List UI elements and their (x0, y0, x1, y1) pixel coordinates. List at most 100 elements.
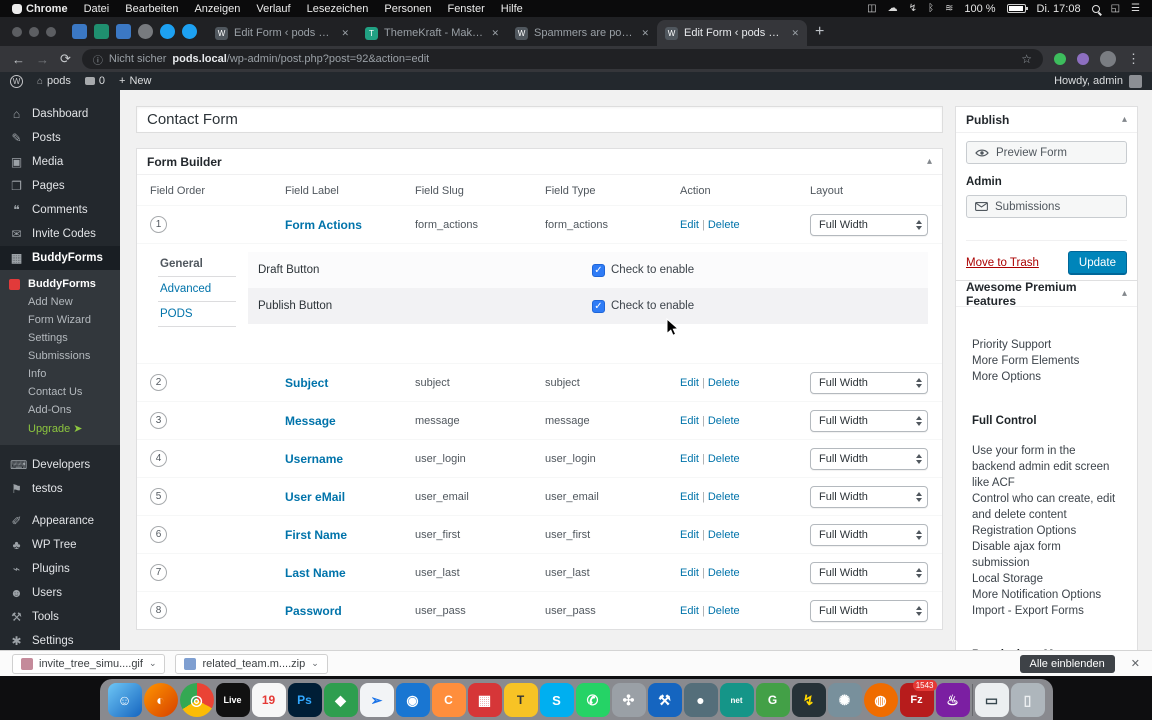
apple-menu-icon[interactable] (12, 3, 22, 14)
dock-app-icon[interactable]: ♨ (935, 683, 970, 717)
browser-tab[interactable]: W Edit Form ‹ pods — WordPress ✕ (207, 20, 357, 46)
field-label-link[interactable]: Username (272, 452, 402, 466)
dock-app-icon[interactable]: ➢ (359, 683, 394, 717)
sidebar-menu-item[interactable]: ▣ Media (0, 150, 120, 174)
delete-link[interactable]: Delete (708, 453, 740, 465)
browser-tab[interactable]: W Edit Form ‹ pods — WordPress ✕ (657, 20, 807, 46)
panel-tab[interactable]: Advanced (158, 277, 236, 302)
field-order-handle[interactable]: 8 (150, 602, 167, 619)
delete-link[interactable]: Delete (708, 377, 740, 389)
status-icon[interactable]: ☁ (888, 3, 898, 14)
field-order-handle[interactable]: 5 (150, 488, 167, 505)
edit-link[interactable]: Edit (680, 377, 699, 389)
update-button[interactable]: Update (1067, 251, 1127, 275)
pinned-tab[interactable] (94, 24, 109, 39)
edit-link[interactable]: Edit (680, 415, 699, 427)
back-button[interactable]: ← (12, 52, 25, 67)
admin-user-avatar[interactable] (1129, 74, 1142, 88)
sidebar-menu-item[interactable]: ⚒ Tools (0, 605, 120, 629)
delete-link[interactable]: Delete (708, 529, 740, 541)
sidebar-subitem[interactable]: Info (0, 365, 120, 383)
sidebar-menu-item[interactable]: ⌂ Dashboard (0, 102, 120, 126)
sidebar-subitem[interactable]: Contact Us (0, 383, 120, 401)
sidebar-menu-item[interactable]: ✱ Settings (0, 629, 120, 650)
sidebar-menu-item[interactable]: ✎ Posts (0, 126, 120, 150)
dock-app-icon[interactable]: ✺ (827, 683, 862, 717)
dock-app-icon[interactable]: net (719, 683, 754, 717)
notification-center-icon[interactable]: ☰ (1131, 3, 1140, 14)
browser-tab[interactable]: W Spammers are posting | Wordl... ✕ (507, 20, 657, 46)
field-label-link[interactable]: User eMail (272, 490, 402, 504)
tab-close-icon[interactable]: ✕ (341, 28, 349, 39)
delete-link[interactable]: Delete (708, 567, 740, 579)
status-icon[interactable]: ◫ (867, 3, 876, 14)
layout-select[interactable]: Full Width (810, 523, 928, 546)
status-icon[interactable]: ᛒ (928, 3, 934, 14)
bookmark-star-icon[interactable]: ☆ (1021, 52, 1032, 66)
download-item[interactable]: invite_tree_simu....gif ⌄ (12, 653, 166, 674)
delete-link[interactable]: Delete (708, 491, 740, 503)
dock-app-icon[interactable]: Live (215, 683, 250, 717)
menu-bar-item[interactable]: Hilfe (501, 3, 523, 15)
field-order-handle[interactable]: 6 (150, 526, 167, 543)
address-bar[interactable]: ⓘ Nicht sicher pods.local/wp-admin/post.… (81, 49, 1043, 69)
sidebar-subitem[interactable]: Settings (0, 329, 120, 347)
dock-app-icon[interactable]: ◎ (179, 683, 214, 717)
layout-select[interactable]: Full Width (810, 213, 928, 236)
menu-bar-item[interactable]: Personen (384, 3, 431, 15)
dock-app-icon[interactable]: ▯ (1010, 683, 1045, 717)
panel-tab[interactable]: General (158, 252, 236, 277)
pinned-tab[interactable] (160, 24, 175, 39)
layout-select[interactable]: Full Width (810, 409, 928, 432)
pinned-tab[interactable] (72, 24, 87, 39)
dock-app-icon[interactable]: ☺ (107, 683, 142, 717)
edit-link[interactable]: Edit (680, 567, 699, 579)
publish-header[interactable]: Publish ▴ (956, 107, 1137, 133)
sidebar-menu-item[interactable]: ❝ Comments (0, 198, 120, 222)
sidebar-subitem-buddyforms[interactable]: BuddyForms (0, 275, 120, 293)
sidebar-subitem[interactable]: Add-Ons (0, 401, 120, 419)
dock-app-icon[interactable]: Ps (287, 683, 322, 717)
dock-app-icon[interactable]: C (431, 683, 466, 717)
dock-app-icon[interactable]: ▭ (974, 683, 1009, 717)
dock-app-icon[interactable]: ↯ (791, 683, 826, 717)
menu-bar-item[interactable]: Datei (84, 3, 110, 15)
field-order-handle[interactable]: 7 (150, 564, 167, 581)
delete-link[interactable]: Delete (708, 605, 740, 617)
new-content-menu[interactable]: + New (119, 75, 151, 87)
dock-app-icon[interactable]: ● (683, 683, 718, 717)
field-label-link[interactable]: Form Actions (272, 218, 402, 232)
window-minimize-button[interactable] (29, 27, 39, 37)
dock-app-icon[interactable]: Fz 1543 (899, 680, 937, 717)
collapse-icon[interactable]: ▴ (927, 156, 932, 167)
menu-bar-item[interactable]: Anzeigen (194, 3, 240, 15)
sidebar-menu-item[interactable]: ⌨ Developers (0, 453, 120, 477)
submissions-button[interactable]: Submissions (966, 195, 1127, 218)
field-order-handle[interactable]: 2 (150, 374, 167, 391)
menu-bar-item[interactable]: Chrome (26, 3, 68, 15)
dock-app-icon[interactable]: ▦ (467, 683, 502, 717)
browser-tab[interactable]: T ThemeKraft - Make Your Word... ✕ (357, 20, 507, 46)
pinned-tab[interactable] (116, 24, 131, 39)
delete-link[interactable]: Delete (708, 415, 740, 427)
dock-app-icon[interactable]: ✣ (611, 683, 646, 717)
pinned-tab[interactable] (182, 24, 197, 39)
sidebar-menu-item[interactable]: ⌁ Plugins (0, 557, 120, 581)
delete-link[interactable]: Delete (708, 219, 740, 231)
layout-select[interactable]: Full Width (810, 447, 928, 470)
dock-app-icon[interactable]: ◉ (395, 683, 430, 717)
field-label-link[interactable]: Message (272, 414, 402, 428)
sidebar-menu-item[interactable]: ♣ WP Tree (0, 533, 120, 557)
site-name-menu[interactable]: ⌂ pods (37, 75, 71, 87)
edit-link[interactable]: Edit (680, 529, 699, 541)
layout-select[interactable]: Full Width (810, 485, 928, 508)
form-builder-header[interactable]: Form Builder ▴ (137, 149, 942, 175)
menu-bar-item[interactable]: Fenster (447, 3, 484, 15)
download-menu-icon[interactable]: ⌄ (311, 658, 319, 669)
edit-link[interactable]: Edit (680, 453, 699, 465)
edit-link[interactable]: Edit (680, 219, 699, 231)
sidebar-subitem[interactable]: Form Wizard (0, 311, 120, 329)
checkbox-checked-icon[interactable]: ✓ (592, 263, 605, 277)
form-title-input[interactable] (136, 106, 943, 133)
sidebar-menu-item[interactable]: ▦ BuddyForms (0, 246, 120, 270)
